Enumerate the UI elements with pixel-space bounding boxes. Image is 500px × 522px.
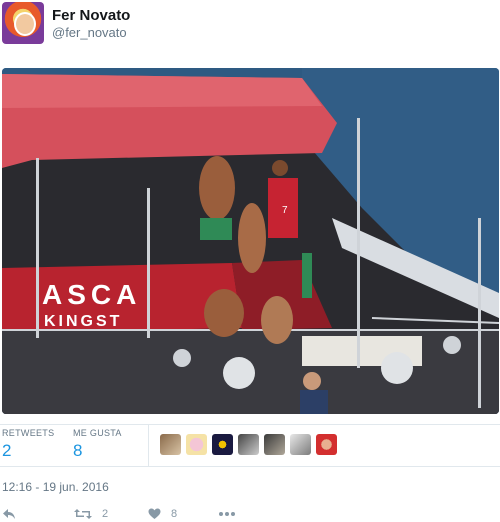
- likes-count[interactable]: 8: [73, 441, 122, 461]
- liker-avatar[interactable]: [160, 434, 181, 455]
- retweets-label: RETWEETS: [2, 428, 55, 438]
- liker-avatar[interactable]: [290, 434, 311, 455]
- spotlight: [173, 349, 191, 367]
- reply-button[interactable]: [2, 505, 16, 522]
- liker-avatar[interactable]: [238, 434, 259, 455]
- liker-avatar[interactable]: [316, 434, 337, 455]
- retweet-icon: [74, 508, 92, 520]
- retweets-stat[interactable]: RETWEETS 2: [2, 428, 54, 461]
- heart-icon: [148, 508, 161, 520]
- hull-lettering-top: ASCA: [42, 279, 141, 310]
- tweet-header: Fer Novato @fer_novato: [0, 0, 500, 58]
- hull-lettering-bottom: KINGST: [44, 313, 122, 330]
- pole: [36, 158, 39, 338]
- more-icon: [218, 511, 236, 517]
- tweet-photo[interactable]: 7 ASCA KINGST: [2, 68, 499, 414]
- tweet-stats: RETWEETS 2 ME GUSTA 8: [0, 424, 500, 466]
- retweet-button[interactable]: 2: [74, 505, 108, 522]
- liker-avatar[interactable]: [186, 434, 207, 455]
- player-sock: [302, 253, 312, 298]
- more-button[interactable]: [218, 505, 236, 522]
- reply-icon: [2, 508, 16, 520]
- person-bottom-head: [303, 372, 321, 390]
- retweet-count: 2: [102, 507, 109, 520]
- liker-avatar[interactable]: [264, 434, 285, 455]
- divider: [0, 466, 500, 467]
- pole: [147, 188, 150, 338]
- person-seated-2: [261, 296, 293, 344]
- likes-stat[interactable]: ME GUSTA 8: [73, 428, 122, 461]
- likes-label: ME GUSTA: [73, 428, 122, 438]
- like-count: 8: [171, 507, 178, 520]
- display-name[interactable]: Fer Novato: [52, 7, 130, 24]
- pole: [478, 218, 481, 408]
- spotlight: [223, 357, 255, 389]
- person-shirtless: [199, 156, 235, 220]
- spotlight: [443, 336, 461, 354]
- photo-illustration: 7 ASCA KINGST: [2, 68, 499, 414]
- person-bottom-shirt: [300, 390, 328, 414]
- tweet-actions: 2 8: [0, 505, 500, 522]
- like-button[interactable]: 8: [148, 505, 177, 522]
- stats-separator: [148, 424, 149, 466]
- person-shorts: [200, 218, 232, 240]
- liker-avatar[interactable]: [212, 434, 233, 455]
- jersey-number: 7: [282, 205, 288, 216]
- person-woman: [238, 203, 266, 273]
- player-head: [272, 160, 288, 176]
- awning-highlight: [2, 74, 322, 108]
- retweets-count[interactable]: 2: [2, 441, 54, 461]
- person-seated: [204, 289, 244, 337]
- tweet-timestamp[interactable]: 12:16 - 19 jun. 2016: [2, 480, 109, 494]
- avatar-face: [14, 12, 36, 36]
- avatar[interactable]: [2, 2, 44, 44]
- spotlight: [381, 352, 413, 384]
- user-handle[interactable]: @fer_novato: [52, 25, 127, 40]
